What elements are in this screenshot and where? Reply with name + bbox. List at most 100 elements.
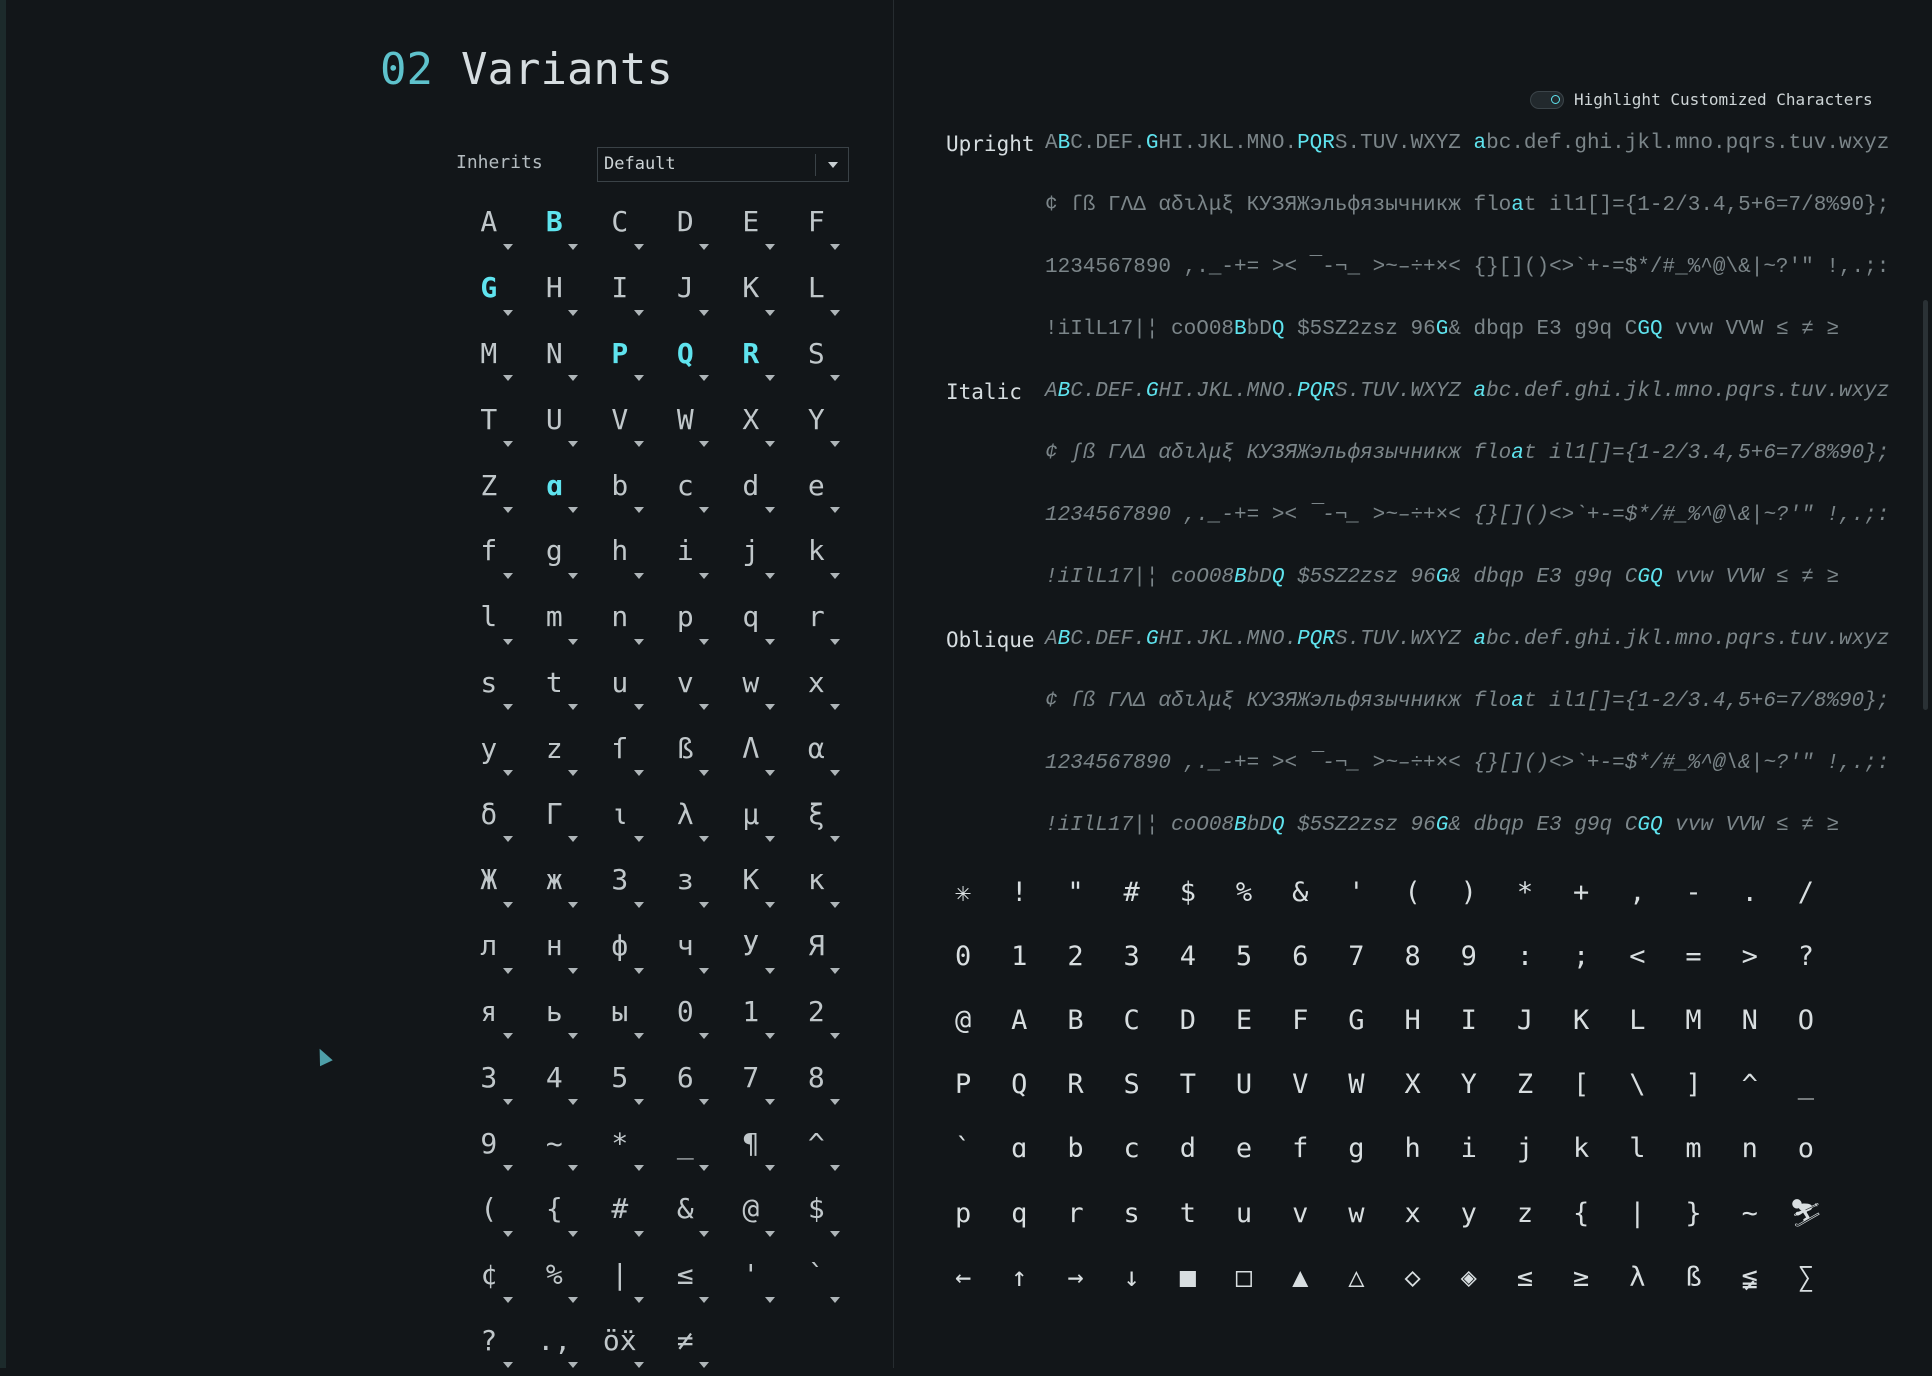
variant-dropdown-icon[interactable]: [633, 1296, 644, 1303]
variant-dropdown-icon[interactable]: [699, 572, 709, 579]
variant-cell[interactable]: U: [522, 389, 588, 455]
variant-cell[interactable]: V: [587, 389, 653, 455]
variant-cell[interactable]: S: [784, 324, 850, 390]
variant-dropdown-icon[interactable]: [502, 1362, 513, 1369]
variant-cell[interactable]: *: [587, 1113, 653, 1179]
variant-dropdown-icon[interactable]: [699, 441, 709, 448]
highlight-toggle[interactable]: [1530, 90, 1564, 109]
variant-cell[interactable]: λ: [653, 784, 719, 850]
variant-dropdown-icon[interactable]: [568, 835, 578, 842]
variant-cell[interactable]: ^: [784, 1113, 850, 1179]
variant-dropdown-icon[interactable]: [830, 243, 840, 250]
variant-cell[interactable]: к: [784, 850, 850, 916]
variant-cell[interactable]: $: [784, 1179, 850, 1245]
variant-cell[interactable]: З: [587, 850, 653, 916]
variant-dropdown-icon[interactable]: [699, 770, 709, 777]
variant-dropdown-icon[interactable]: [568, 770, 578, 777]
variant-dropdown-icon[interactable]: [568, 506, 578, 513]
variant-cell[interactable]: G: [456, 258, 522, 324]
variant-dropdown-icon[interactable]: [764, 901, 775, 908]
variant-dropdown-icon[interactable]: [764, 572, 775, 579]
variant-dropdown-icon[interactable]: [633, 835, 644, 842]
variant-cell[interactable]: У: [718, 916, 784, 982]
variant-cell[interactable]: #: [587, 1179, 653, 1245]
variant-cell[interactable]: ь: [522, 982, 588, 1048]
variant-cell[interactable]: 0: [653, 982, 719, 1048]
highlight-toggle-row[interactable]: Highlight Customized Characters: [1530, 90, 1873, 109]
variant-cell[interactable]: y: [456, 718, 522, 784]
variant-dropdown-icon[interactable]: [830, 770, 840, 777]
variant-cell[interactable]: 9: [456, 1113, 522, 1179]
variant-dropdown-icon[interactable]: [764, 1296, 775, 1303]
variant-cell[interactable]: z: [522, 718, 588, 784]
variant-dropdown-icon[interactable]: [699, 309, 709, 316]
variant-cell[interactable]: h: [587, 521, 653, 587]
variant-cell[interactable]: 6: [653, 1047, 719, 1113]
variant-cell[interactable]: g: [522, 521, 588, 587]
variant-cell[interactable]: @: [718, 1179, 784, 1245]
variant-cell[interactable]: ы: [587, 982, 653, 1048]
variant-dropdown-icon[interactable]: [568, 1164, 578, 1171]
variant-cell[interactable]: m: [522, 587, 588, 653]
variant-dropdown-icon[interactable]: [502, 1230, 513, 1237]
variant-dropdown-icon[interactable]: [502, 835, 513, 842]
variant-cell[interactable]: ι: [587, 784, 653, 850]
variant-cell[interactable]: b: [587, 455, 653, 521]
variant-cell[interactable]: я: [456, 982, 522, 1048]
variant-cell[interactable]: Q: [653, 324, 719, 390]
variant-dropdown-icon[interactable]: [699, 243, 709, 250]
variant-dropdown-icon[interactable]: [568, 638, 578, 645]
variant-cell[interactable]: u: [587, 653, 653, 719]
variant-cell[interactable]: 1: [718, 982, 784, 1048]
variant-cell[interactable]: К: [718, 850, 784, 916]
variant-dropdown-icon[interactable]: [699, 1296, 709, 1303]
variant-cell[interactable]: %: [522, 1245, 588, 1311]
variant-cell[interactable]: Γ: [522, 784, 588, 850]
variant-dropdown-icon[interactable]: [568, 309, 578, 316]
variant-dropdown-icon[interactable]: [699, 638, 709, 645]
variant-dropdown-icon[interactable]: [764, 967, 775, 974]
variant-cell[interactable]: R: [718, 324, 784, 390]
variant-cell[interactable]: ж: [522, 850, 588, 916]
variant-dropdown-icon[interactable]: [502, 704, 513, 711]
variant-dropdown-icon[interactable]: [633, 1362, 644, 1369]
variant-dropdown-icon[interactable]: [568, 1230, 578, 1237]
variant-cell[interactable]: w: [718, 653, 784, 719]
variant-cell[interactable]: X: [718, 389, 784, 455]
variant-cell[interactable]: μ: [718, 784, 784, 850]
variant-cell[interactable]: ?: [456, 1311, 522, 1376]
variant-cell[interactable]: ɑ: [522, 455, 588, 521]
variant-dropdown-icon[interactable]: [568, 1296, 578, 1303]
variant-cell[interactable]: ¶: [718, 1113, 784, 1179]
variant-dropdown-icon[interactable]: [633, 572, 644, 579]
variant-cell[interactable]: ξ: [784, 784, 850, 850]
variant-cell[interactable]: r: [784, 587, 850, 653]
variant-dropdown-icon[interactable]: [633, 309, 644, 316]
variant-dropdown-icon[interactable]: [830, 441, 840, 448]
variant-dropdown-icon[interactable]: [633, 901, 644, 908]
variant-cell[interactable]: 3: [456, 1047, 522, 1113]
variant-cell[interactable]: öẍ: [587, 1311, 653, 1376]
variant-dropdown-icon[interactable]: [699, 1362, 709, 1369]
variant-dropdown-icon[interactable]: [699, 375, 709, 382]
variant-dropdown-icon[interactable]: [830, 1296, 840, 1303]
variant-cell[interactable]: δ: [456, 784, 522, 850]
variant-cell[interactable]: E: [718, 192, 784, 258]
variant-dropdown-icon[interactable]: [699, 1099, 709, 1106]
variant-cell[interactable]: 7: [718, 1047, 784, 1113]
variant-cell[interactable]: q: [718, 587, 784, 653]
variant-dropdown-icon[interactable]: [633, 1230, 644, 1237]
variant-dropdown-icon[interactable]: [568, 967, 578, 974]
variant-dropdown-icon[interactable]: [502, 375, 513, 382]
inherits-select[interactable]: Default: [597, 147, 849, 182]
variant-dropdown-icon[interactable]: [764, 1164, 775, 1171]
variant-cell[interactable]: (: [456, 1179, 522, 1245]
variant-cell[interactable]: j: [718, 521, 784, 587]
variant-cell[interactable]: J: [653, 258, 719, 324]
variant-cell[interactable]: |: [587, 1245, 653, 1311]
variant-dropdown-icon[interactable]: [830, 1164, 840, 1171]
variant-dropdown-icon[interactable]: [764, 704, 775, 711]
variant-cell[interactable]: t: [522, 653, 588, 719]
variant-cell[interactable]: N: [522, 324, 588, 390]
variant-dropdown-icon[interactable]: [830, 1099, 840, 1106]
